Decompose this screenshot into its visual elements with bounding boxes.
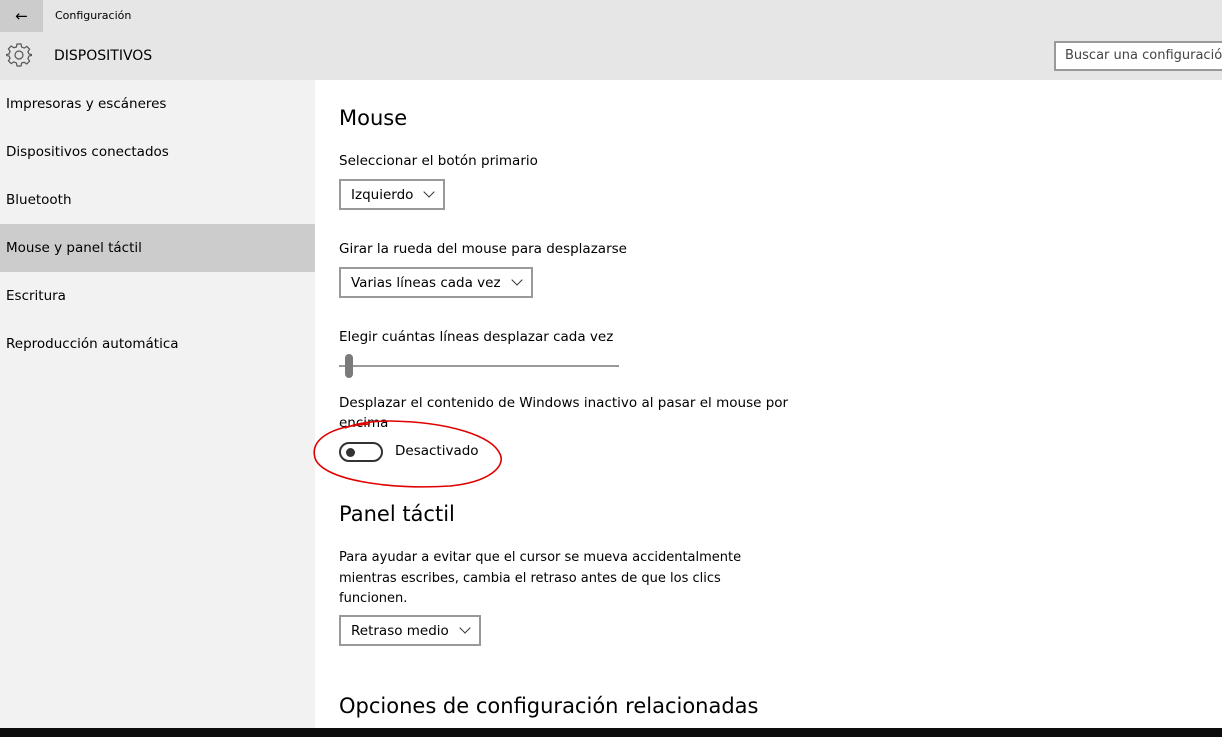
sidebar-item-printers[interactable]: Impresoras y escáneres xyxy=(0,80,315,128)
touchpad-delay-dropdown[interactable]: Retraso medio xyxy=(339,615,481,646)
sidebar: Impresoras y escáneres Dispositivos cone… xyxy=(0,80,315,728)
lines-slider[interactable] xyxy=(339,365,619,367)
primary-button-label: Seleccionar el botón primario xyxy=(339,153,538,169)
search-input[interactable]: Buscar una configuración xyxy=(1054,41,1222,71)
sidebar-item-bluetooth[interactable]: Bluetooth xyxy=(0,176,315,224)
chevron-down-icon xyxy=(423,186,436,198)
header: DISPOSITIVOS Buscar una configuración xyxy=(0,32,1222,80)
touchpad-description: Para ayudar a evitar que el cursor se mu… xyxy=(339,550,742,606)
arrow-left-icon: ← xyxy=(15,7,28,25)
lines-label: Elegir cuántas líneas desplazar cada vez xyxy=(339,329,614,345)
taskbar xyxy=(0,728,1222,737)
gear-icon xyxy=(6,43,32,67)
sidebar-item-connected-devices[interactable]: Dispositivos conectados xyxy=(0,128,315,176)
window-title: Configuración xyxy=(55,9,132,22)
chevron-down-icon xyxy=(510,274,523,286)
dropdown-value: Retraso medio xyxy=(351,622,449,639)
slider-thumb[interactable] xyxy=(345,354,354,378)
touchpad-heading: Panel táctil xyxy=(339,502,455,526)
dropdown-value: Izquierdo xyxy=(351,186,414,203)
mouse-heading: Mouse xyxy=(339,106,408,130)
sidebar-item-autoplay[interactable]: Reproducción automática xyxy=(0,320,315,368)
sidebar-item-typing[interactable]: Escritura xyxy=(0,272,315,320)
chevron-down-icon xyxy=(459,622,471,634)
back-button[interactable]: ← xyxy=(0,0,43,32)
primary-button-dropdown[interactable]: Izquierdo xyxy=(339,179,446,210)
red-annotation-circle xyxy=(313,420,502,488)
sidebar-item-mouse-touchpad[interactable]: Mouse y panel táctil xyxy=(0,224,315,272)
wheel-dropdown[interactable]: Varias líneas cada vez xyxy=(339,267,533,298)
related-settings-heading: Opciones de configuración relacionadas xyxy=(339,694,759,718)
dropdown-value: Varias líneas cada vez xyxy=(351,274,501,291)
section-title: DISPOSITIVOS xyxy=(54,48,153,64)
title-bar: ← Configuración xyxy=(0,0,1222,32)
wheel-label: Girar la rueda del mouse para desplazars… xyxy=(339,241,627,257)
